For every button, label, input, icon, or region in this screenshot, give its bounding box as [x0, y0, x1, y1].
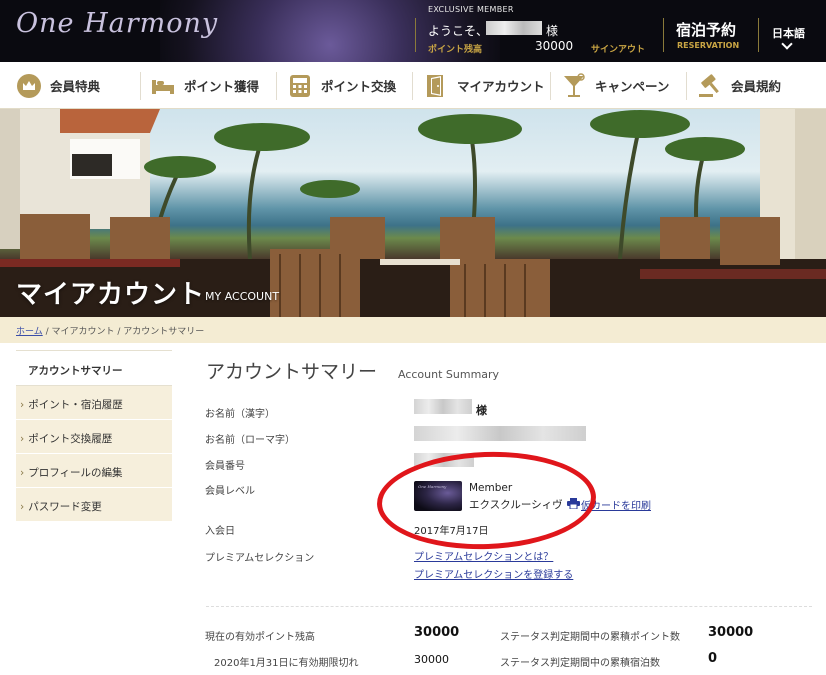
sidebar-item-exchange-history[interactable]: › ポイント交換履歴 — [16, 420, 172, 454]
premium-register-link[interactable]: プレミアムセレクションを登録する — [414, 566, 573, 581]
balance-label: 現在の有効ポイント残高 — [205, 632, 315, 643]
sidebar-item-label: プロフィールの編集 — [28, 467, 123, 479]
welcome-text: ようこそ、 — [428, 24, 489, 38]
sidebar-item-point-history[interactable]: › ポイント・宿泊履歴 — [16, 386, 172, 420]
nav-divider — [276, 72, 277, 100]
redacted-name-kanji — [414, 399, 472, 414]
header-divider — [663, 18, 664, 52]
breadcrumb-my-account[interactable]: マイアカウント — [52, 327, 115, 337]
exclusive-member-label: EXCLUSIVE MEMBER — [428, 5, 514, 14]
breadcrumb-current: アカウントサマリー — [123, 327, 205, 337]
reservation-button[interactable]: 宿泊予約 — [676, 19, 736, 40]
premium-about-link[interactable]: プレミアムセレクションとは？ — [414, 548, 553, 563]
sidebar-item-account-summary[interactable]: アカウントサマリー — [16, 350, 172, 386]
redacted-username — [486, 21, 542, 35]
sidebar-item-edit-profile[interactable]: › プロフィールの編集 — [16, 454, 172, 488]
nav-label: 会員特典 — [50, 79, 101, 94]
sidebar-item-label: パスワード変更 — [28, 501, 102, 513]
door-icon — [423, 73, 449, 99]
redacted-name-roman — [414, 426, 586, 441]
honorific: 様 — [546, 24, 559, 38]
section-divider — [206, 606, 812, 607]
expiry-label: 2020年1月31日に有効期限切れ — [214, 658, 359, 669]
chevron-right-icon: › — [20, 399, 25, 411]
nav-exchange-points[interactable]: ポイント交換 — [287, 62, 396, 109]
page-title-en: Account Summary — [398, 368, 500, 381]
red-annotation-circle — [375, 448, 598, 553]
status-points-label: ステータス判定期間中の累積ポイント数 — [500, 632, 680, 643]
breadcrumb: ホーム / マイアカウント / アカウントサマリー — [0, 317, 826, 343]
language-selector[interactable]: 日本語 — [772, 25, 805, 41]
nav-my-account[interactable]: マイアカウント — [423, 62, 545, 109]
calculator-icon — [287, 73, 313, 99]
chevron-right-icon: › — [20, 467, 25, 479]
nav-campaign[interactable]: キャンペーン — [561, 62, 669, 109]
nav-label: ポイント獲得 — [184, 79, 260, 94]
status-nights-label: ステータス判定期間中の累積宿泊数 — [500, 658, 660, 669]
header-divider — [415, 18, 416, 52]
crown-icon — [16, 73, 42, 99]
breadcrumb-separator: / — [114, 327, 124, 337]
nav-divider — [412, 72, 413, 100]
member-level-label: 会員レベル — [205, 486, 255, 497]
nav-member-benefits[interactable]: 会員特典 — [16, 62, 100, 109]
points-balance-label: ポイント残高 — [428, 45, 483, 55]
header-divider — [758, 18, 759, 52]
nav-earn-points[interactable]: ポイント獲得 — [150, 62, 259, 109]
hero-subtitle: MY ACCOUNT — [205, 290, 280, 303]
gavel-icon — [697, 73, 723, 99]
nav-label: マイアカウント — [457, 79, 545, 94]
nav-label: ポイント交換 — [321, 79, 397, 94]
nav-member-terms[interactable]: 会員規約 — [697, 62, 781, 109]
points-balance-value: 30000 — [535, 39, 574, 53]
chevron-right-icon: › — [20, 501, 25, 513]
sidebar-item-label: ポイント・宿泊履歴 — [28, 399, 123, 411]
signout-link[interactable]: サインアウト — [591, 42, 645, 55]
hero-banner: マイアカウント MY ACCOUNT — [0, 109, 826, 317]
premium-selection-label: プレミアムセレクション — [205, 553, 315, 564]
bed-icon — [150, 73, 176, 99]
sidebar: アカウントサマリー › ポイント・宿泊履歴 › ポイント交換履歴 › プロフィールの編… — [16, 350, 172, 522]
nav-label: キャンペーン — [595, 79, 670, 94]
nav-divider — [550, 72, 551, 100]
top-header: One Harmony EXCLUSIVE MEMBER ようこそ、 様 ポイン… — [0, 0, 826, 62]
nav-label: 会員規約 — [731, 79, 782, 94]
breadcrumb-home-link[interactable]: ホーム — [16, 327, 43, 337]
name-kanji-label: お名前（漢字） — [205, 409, 275, 420]
brand-logo[interactable]: One Harmony — [16, 8, 218, 39]
cocktail-icon — [561, 72, 587, 99]
breadcrumb-separator: / — [42, 327, 52, 337]
reservation-sublabel[interactable]: RESERVATION — [677, 41, 739, 50]
member-number-label: 会員番号 — [205, 461, 245, 472]
nav-divider — [140, 72, 141, 100]
hero-title: マイアカウント — [16, 280, 206, 310]
status-nights-value: 0 — [708, 651, 718, 666]
page-title: アカウントサマリー — [206, 361, 378, 383]
name-roman-label: お名前（ローマ字） — [205, 435, 295, 446]
balance-value: 30000 — [414, 625, 460, 640]
name-kanji-honorific: 様 — [476, 404, 487, 417]
sidebar-item-change-password[interactable]: › パスワード変更 — [16, 488, 172, 522]
sidebar-item-label: ポイント交換履歴 — [28, 433, 113, 445]
status-points-value: 30000 — [708, 625, 754, 640]
main-nav: 会員特典 ポイント獲得 ポイント交換 マイアカウント キャンペーン 会員規約 — [0, 62, 826, 109]
expiry-value: 30000 — [414, 653, 449, 666]
chevron-right-icon: › — [20, 433, 25, 445]
nav-divider — [686, 72, 687, 100]
join-date-label: 入会日 — [205, 526, 235, 537]
